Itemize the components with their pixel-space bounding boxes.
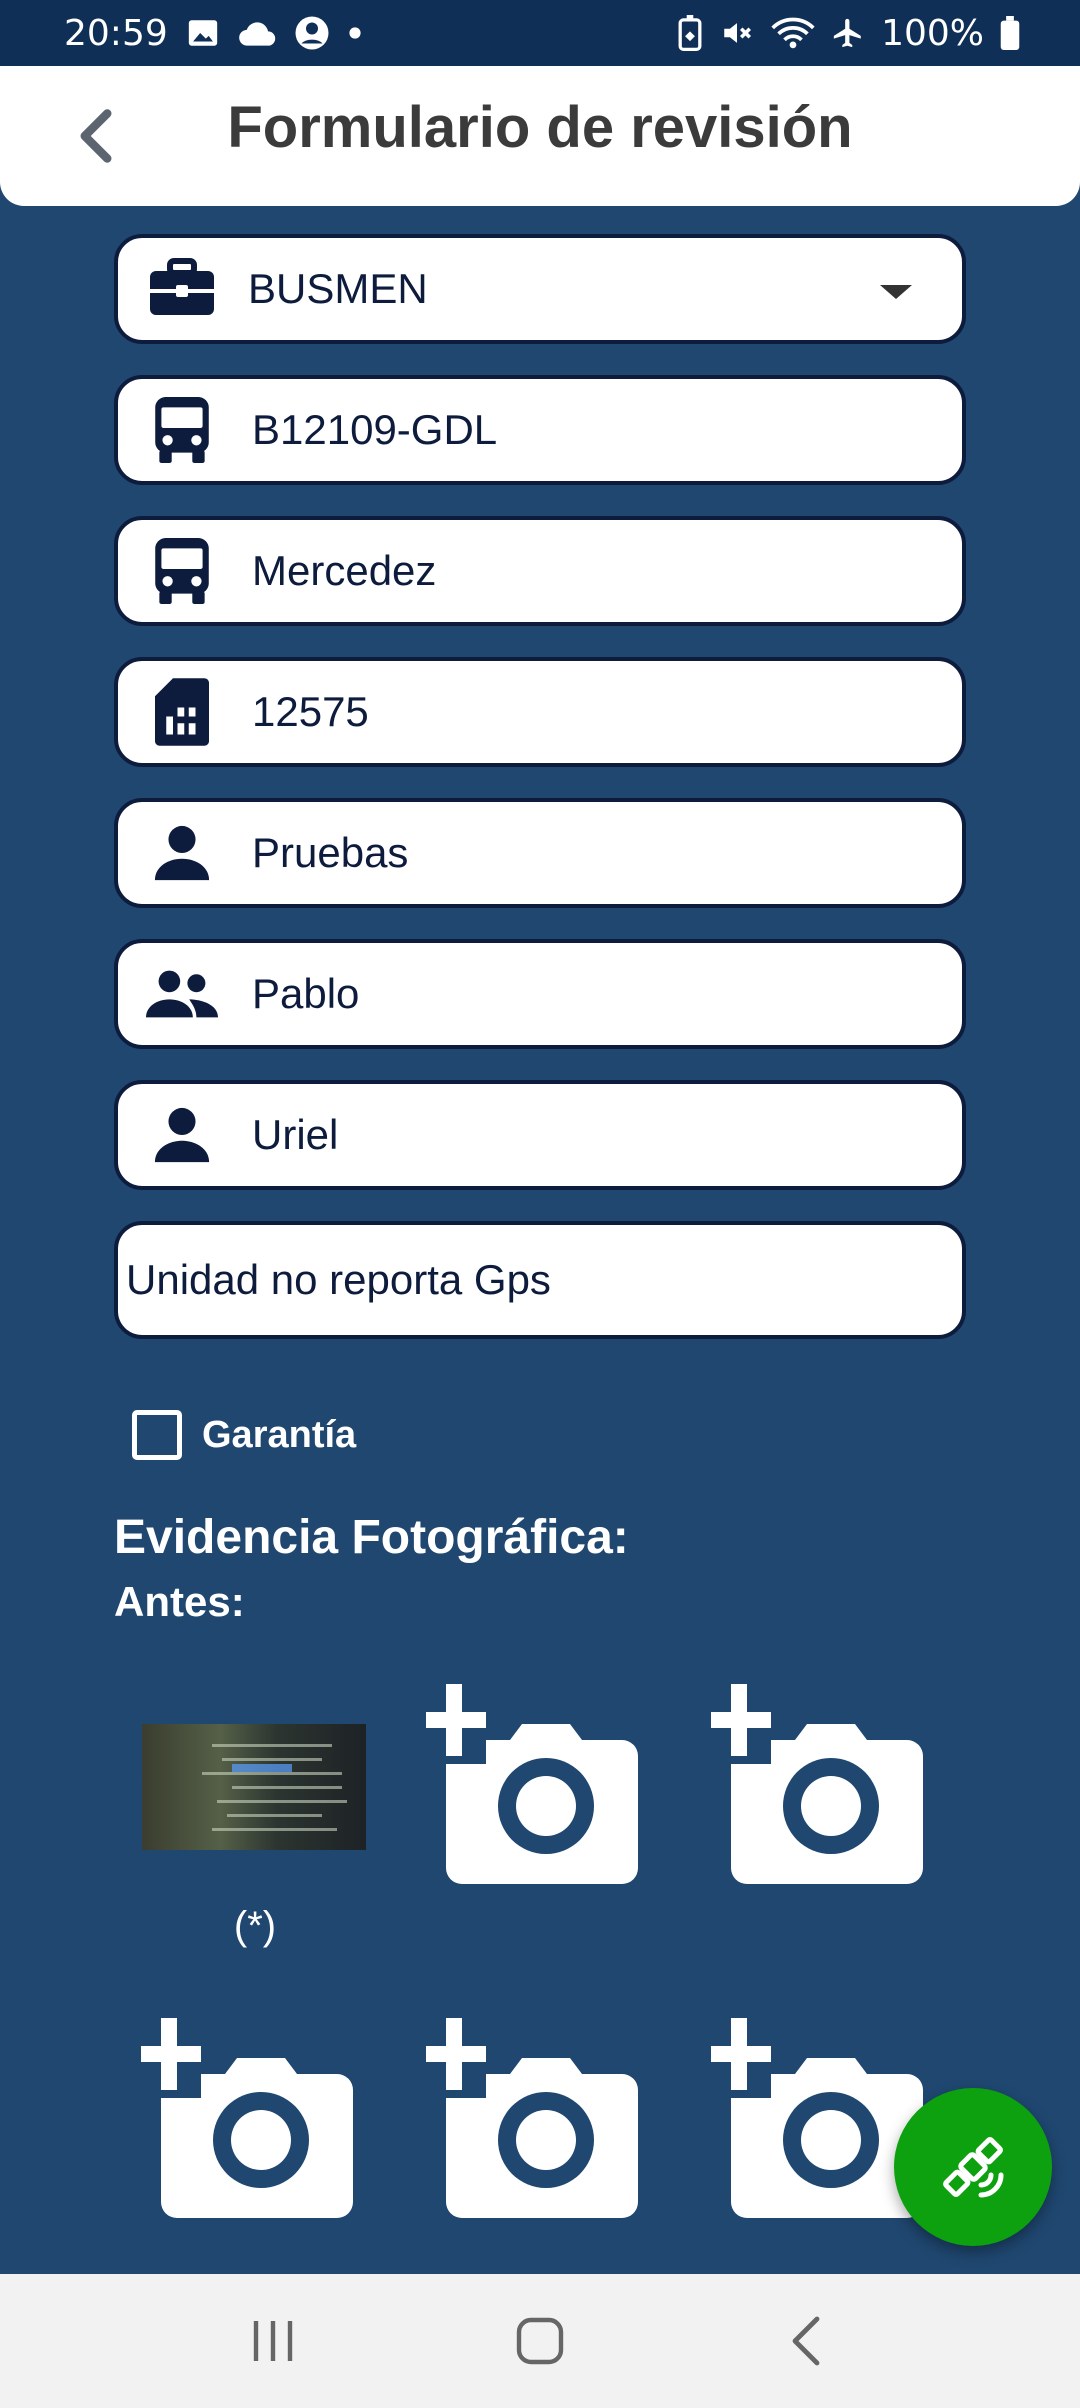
evidence-subtitle: Antes: xyxy=(114,1578,245,1625)
group-icon xyxy=(146,958,218,1030)
recent-apps-icon xyxy=(254,2321,293,2361)
warranty-checkbox-box[interactable] xyxy=(132,1410,182,1460)
add-photo-icon xyxy=(426,1684,638,1884)
system-nav-bar xyxy=(0,2274,1080,2408)
brand-field[interactable]: Mercedez xyxy=(114,516,966,626)
nav-back-button[interactable] xyxy=(757,2291,857,2391)
home-icon xyxy=(516,2317,564,2365)
battery-icon xyxy=(1000,16,1020,50)
add-photo-button-5[interactable] xyxy=(426,2018,646,2218)
supervisor-field[interactable]: Uriel xyxy=(114,1080,966,1190)
image-icon xyxy=(186,16,220,50)
status-right: 100% xyxy=(677,13,1020,54)
client-value: Pruebas xyxy=(252,829,409,876)
cloud-icon xyxy=(238,18,276,48)
description-value: Unidad no reporta Gps xyxy=(126,1256,551,1303)
company-dropdown[interactable]: BUSMEN xyxy=(114,234,966,344)
add-photo-icon xyxy=(141,2018,353,2218)
recent-apps-button[interactable] xyxy=(223,2291,323,2391)
status-left: 20:59 xyxy=(64,13,362,54)
bus-icon xyxy=(146,394,218,466)
evidence-title: Evidencia Fotográfica: xyxy=(114,1511,629,1564)
unit-number-value: B12109-GDL xyxy=(252,406,498,453)
person-icon xyxy=(146,817,218,889)
person-icon xyxy=(146,1099,218,1171)
app-header: Formulario de revisión xyxy=(0,66,1080,206)
account-circle-icon xyxy=(294,15,330,51)
warranty-label: Garantía xyxy=(202,1413,357,1456)
warranty-checkbox[interactable]: Garantía xyxy=(132,1410,356,1460)
client-field[interactable]: Pruebas xyxy=(114,798,966,908)
add-photo-icon xyxy=(711,1684,923,1884)
add-photo-button-3[interactable] xyxy=(711,1684,931,1884)
dot-icon xyxy=(348,26,362,40)
wifi-icon xyxy=(771,16,815,50)
gps-fab-button[interactable] xyxy=(894,2088,1052,2246)
status-bar: 20:59 100% xyxy=(0,0,1080,66)
page-title: Formulario de revisión xyxy=(227,95,853,160)
mute-icon xyxy=(719,16,755,50)
brand-value: Mercedez xyxy=(252,547,437,594)
sim-field[interactable]: 12575 xyxy=(114,657,966,767)
bus-icon xyxy=(146,535,218,607)
description-field[interactable]: Unidad no reporta Gps xyxy=(114,1221,966,1339)
battery-level: 100% xyxy=(881,12,984,54)
home-button[interactable] xyxy=(490,2291,590,2391)
unit-number-field[interactable]: B12109-GDL xyxy=(114,375,966,485)
supervisor-value: Uriel xyxy=(252,1111,339,1158)
status-time: 20:59 xyxy=(64,12,168,54)
satellite-icon xyxy=(943,2137,1004,2198)
airplane-icon xyxy=(831,16,865,50)
back-icon xyxy=(792,2316,820,2366)
technicians-value: Pablo xyxy=(252,970,360,1017)
add-photo-button-4[interactable] xyxy=(141,2018,361,2218)
required-mark: (*) xyxy=(233,1904,277,1948)
add-photo-button-2[interactable] xyxy=(426,1684,646,1884)
photo-thumbnail[interactable] xyxy=(142,1724,366,1850)
company-value: BUSMEN xyxy=(248,265,428,312)
sim-value: 12575 xyxy=(252,688,369,735)
technicians-field[interactable]: Pablo xyxy=(114,939,966,1049)
sim-card-icon xyxy=(146,676,218,748)
chevron-down-icon xyxy=(880,285,912,299)
add-photo-icon xyxy=(426,2018,638,2218)
battery-saver-icon xyxy=(677,15,703,51)
briefcase-icon xyxy=(146,253,218,325)
